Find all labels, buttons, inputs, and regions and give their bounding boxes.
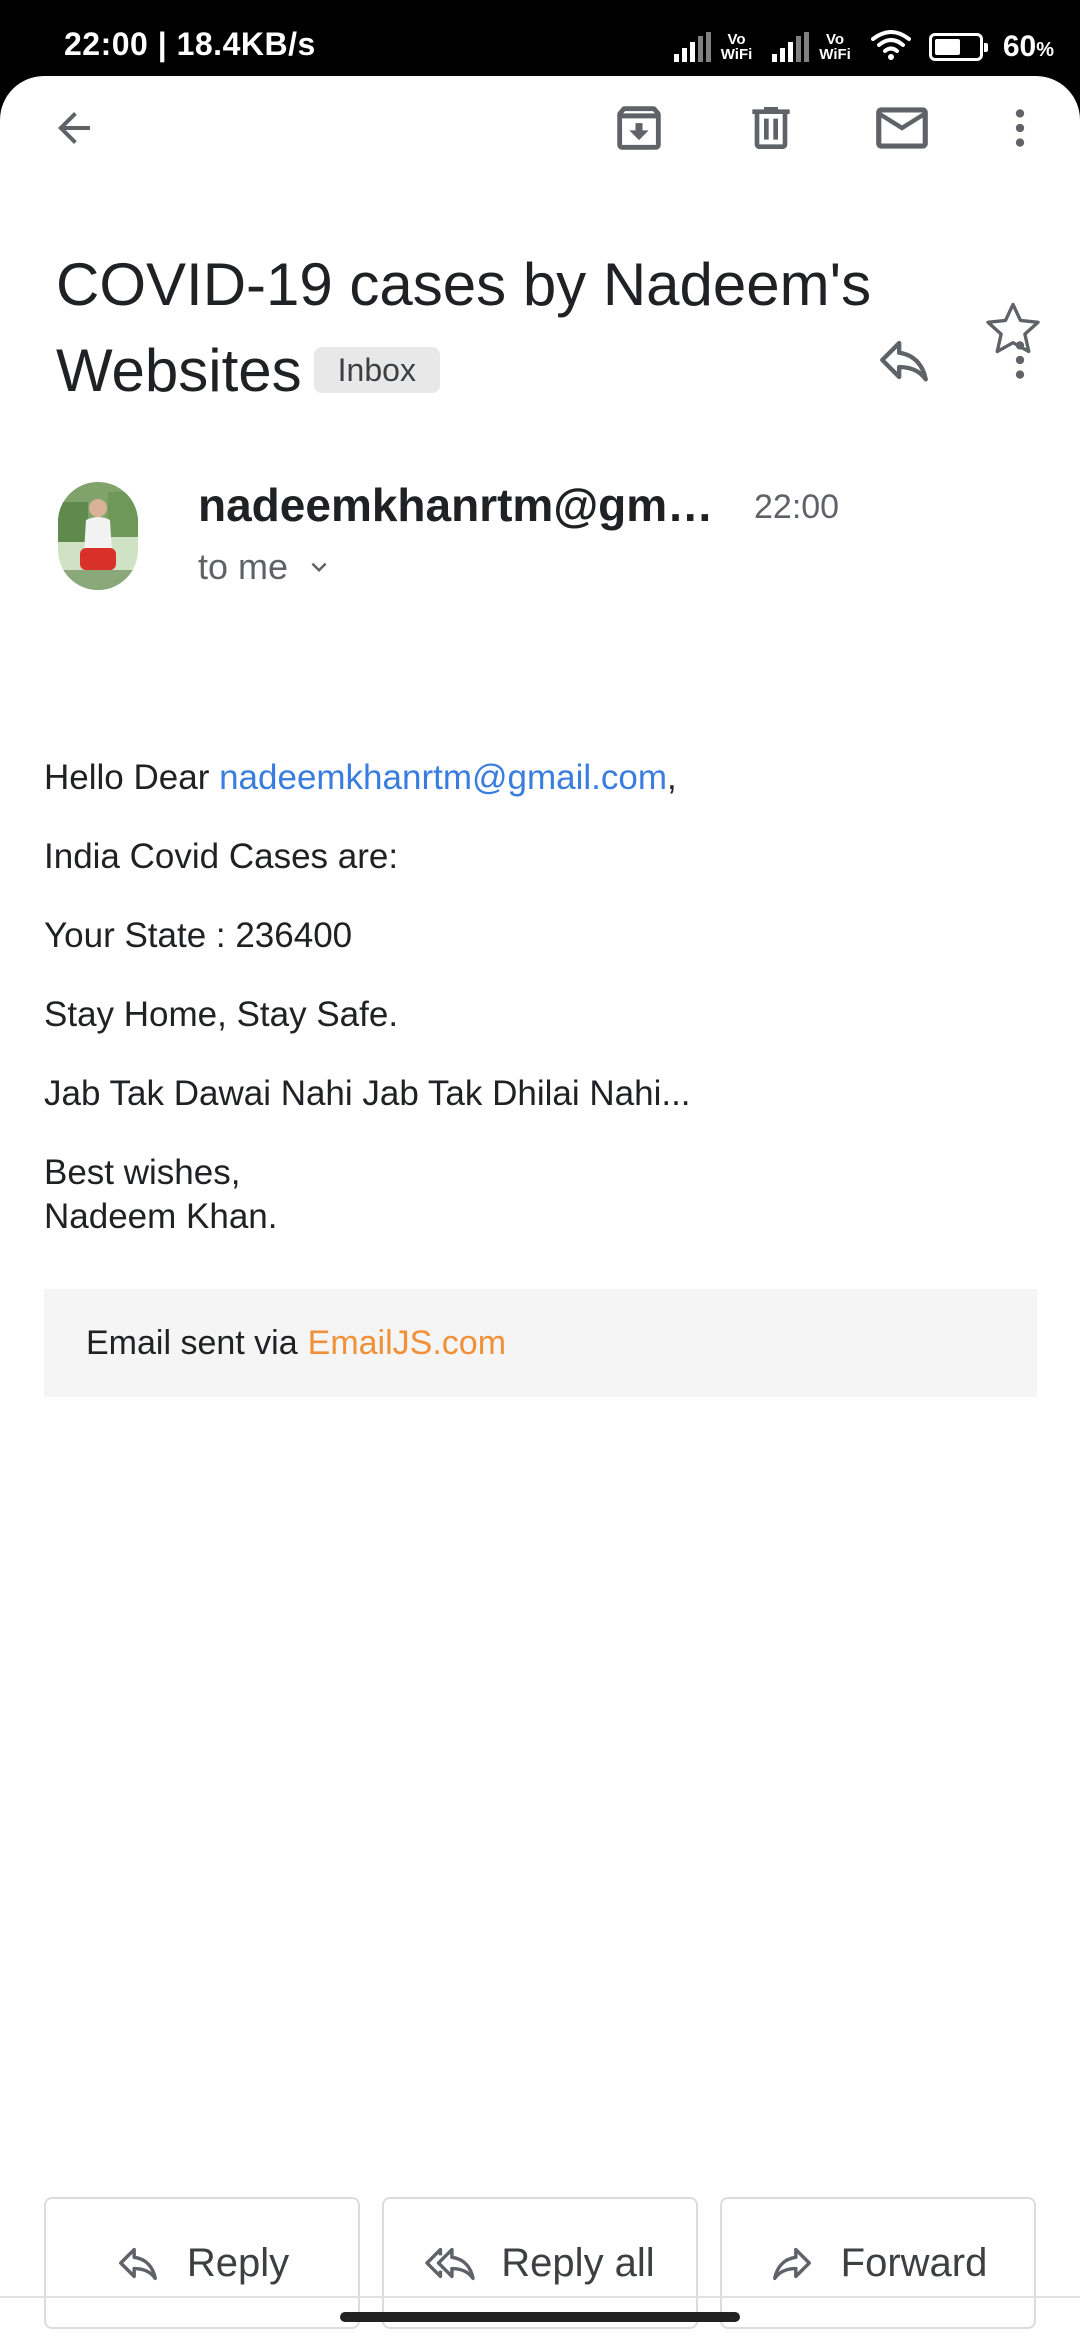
bottom-divider (0, 2296, 1080, 2298)
email-subject: COVID-19 cases by Nadeem's Websites Inbox (56, 242, 936, 414)
closing: Best wishes, Nadeem Khan. (44, 1151, 1034, 1239)
signal-icon (673, 32, 711, 62)
chevron-down-icon (311, 562, 327, 572)
vowifi-icon: Vo WiFi (720, 31, 753, 63)
archive-button[interactable] (603, 92, 675, 164)
body-line: India Covid Cases are: (44, 837, 399, 876)
delete-button[interactable] (735, 92, 807, 164)
forward-icon (772, 2247, 811, 2281)
status-icons: Vo WiFi Vo WiFi 60% (673, 24, 1054, 70)
more-vert-icon (1015, 109, 1025, 147)
email-view: COVID-19 cases by Nadeem's Websites Inbox… (0, 76, 1080, 2340)
emailjs-link[interactable]: EmailJS.com (308, 1324, 506, 1363)
vowifi-icon: Vo WiFi (819, 31, 851, 63)
greeting-suffix: , (667, 758, 677, 797)
reply-all-button[interactable]: Reply all (382, 2197, 698, 2329)
sender-address[interactable]: nadeemkhanrtm@gmail.com (198, 478, 733, 532)
avatar[interactable] (58, 482, 138, 590)
signature: Nadeem Khan. (44, 1197, 278, 1236)
signal-icon (772, 32, 810, 62)
email-body: Hello Dear nadeemkhanrtm@gmail.com, Indi… (44, 756, 1034, 1274)
forward-label: Forward (840, 2240, 988, 2285)
reply-icon (880, 340, 928, 382)
closing-text: Best wishes, (44, 1153, 241, 1192)
battery-icon (928, 33, 988, 61)
more-vert-icon (1015, 341, 1025, 379)
battery-percent: 60% (1002, 30, 1054, 63)
reply-button[interactable]: Reply (44, 2197, 360, 2329)
home-indicator[interactable] (340, 2312, 740, 2322)
wifi-icon (870, 29, 911, 66)
body-line: Jab Tak Dawai Nahi Jab Tak Dhilai Nahi..… (44, 1074, 691, 1113)
mail-icon (876, 107, 928, 149)
back-button[interactable] (38, 92, 110, 164)
reply-all-icon (425, 2247, 476, 2281)
recipient-details-toggle[interactable]: to me (198, 546, 334, 588)
body-line: Stay Home, Stay Safe. (44, 995, 399, 1034)
email-time: 22:00 (754, 488, 840, 526)
greeting-prefix: Hello Dear (44, 758, 220, 797)
arrow-left-icon (58, 112, 90, 144)
subject-text: COVID-19 cases by Nadeem's Websites (56, 251, 872, 404)
status-time-speed: 22:00 | 18.4KB/s (64, 26, 316, 62)
greeting: Hello Dear nadeemkhanrtm@gmail.com, (44, 756, 1034, 800)
label-badge[interactable]: Inbox (313, 347, 440, 393)
reply-icon (118, 2247, 157, 2281)
body-line: Your State : 236400 (44, 916, 353, 955)
footer-text: Email sent via (86, 1323, 298, 1362)
trash-icon (752, 107, 790, 149)
reply-label: Reply (186, 2240, 290, 2285)
reply-icon-button[interactable] (868, 324, 940, 396)
more-options-button[interactable] (984, 92, 1056, 164)
recipient-summary: to me (198, 546, 289, 587)
archive-icon (617, 106, 661, 150)
reply-all-label: Reply all (501, 2240, 655, 2285)
emailjs-footer: Email sent via EmailJS.com (44, 1289, 1037, 1397)
mark-unread-button[interactable] (866, 92, 938, 164)
forward-button[interactable]: Forward (720, 2197, 1036, 2329)
message-more-button[interactable] (984, 324, 1056, 396)
email-link[interactable]: nadeemkhanrtm@gmail.com (219, 758, 667, 797)
